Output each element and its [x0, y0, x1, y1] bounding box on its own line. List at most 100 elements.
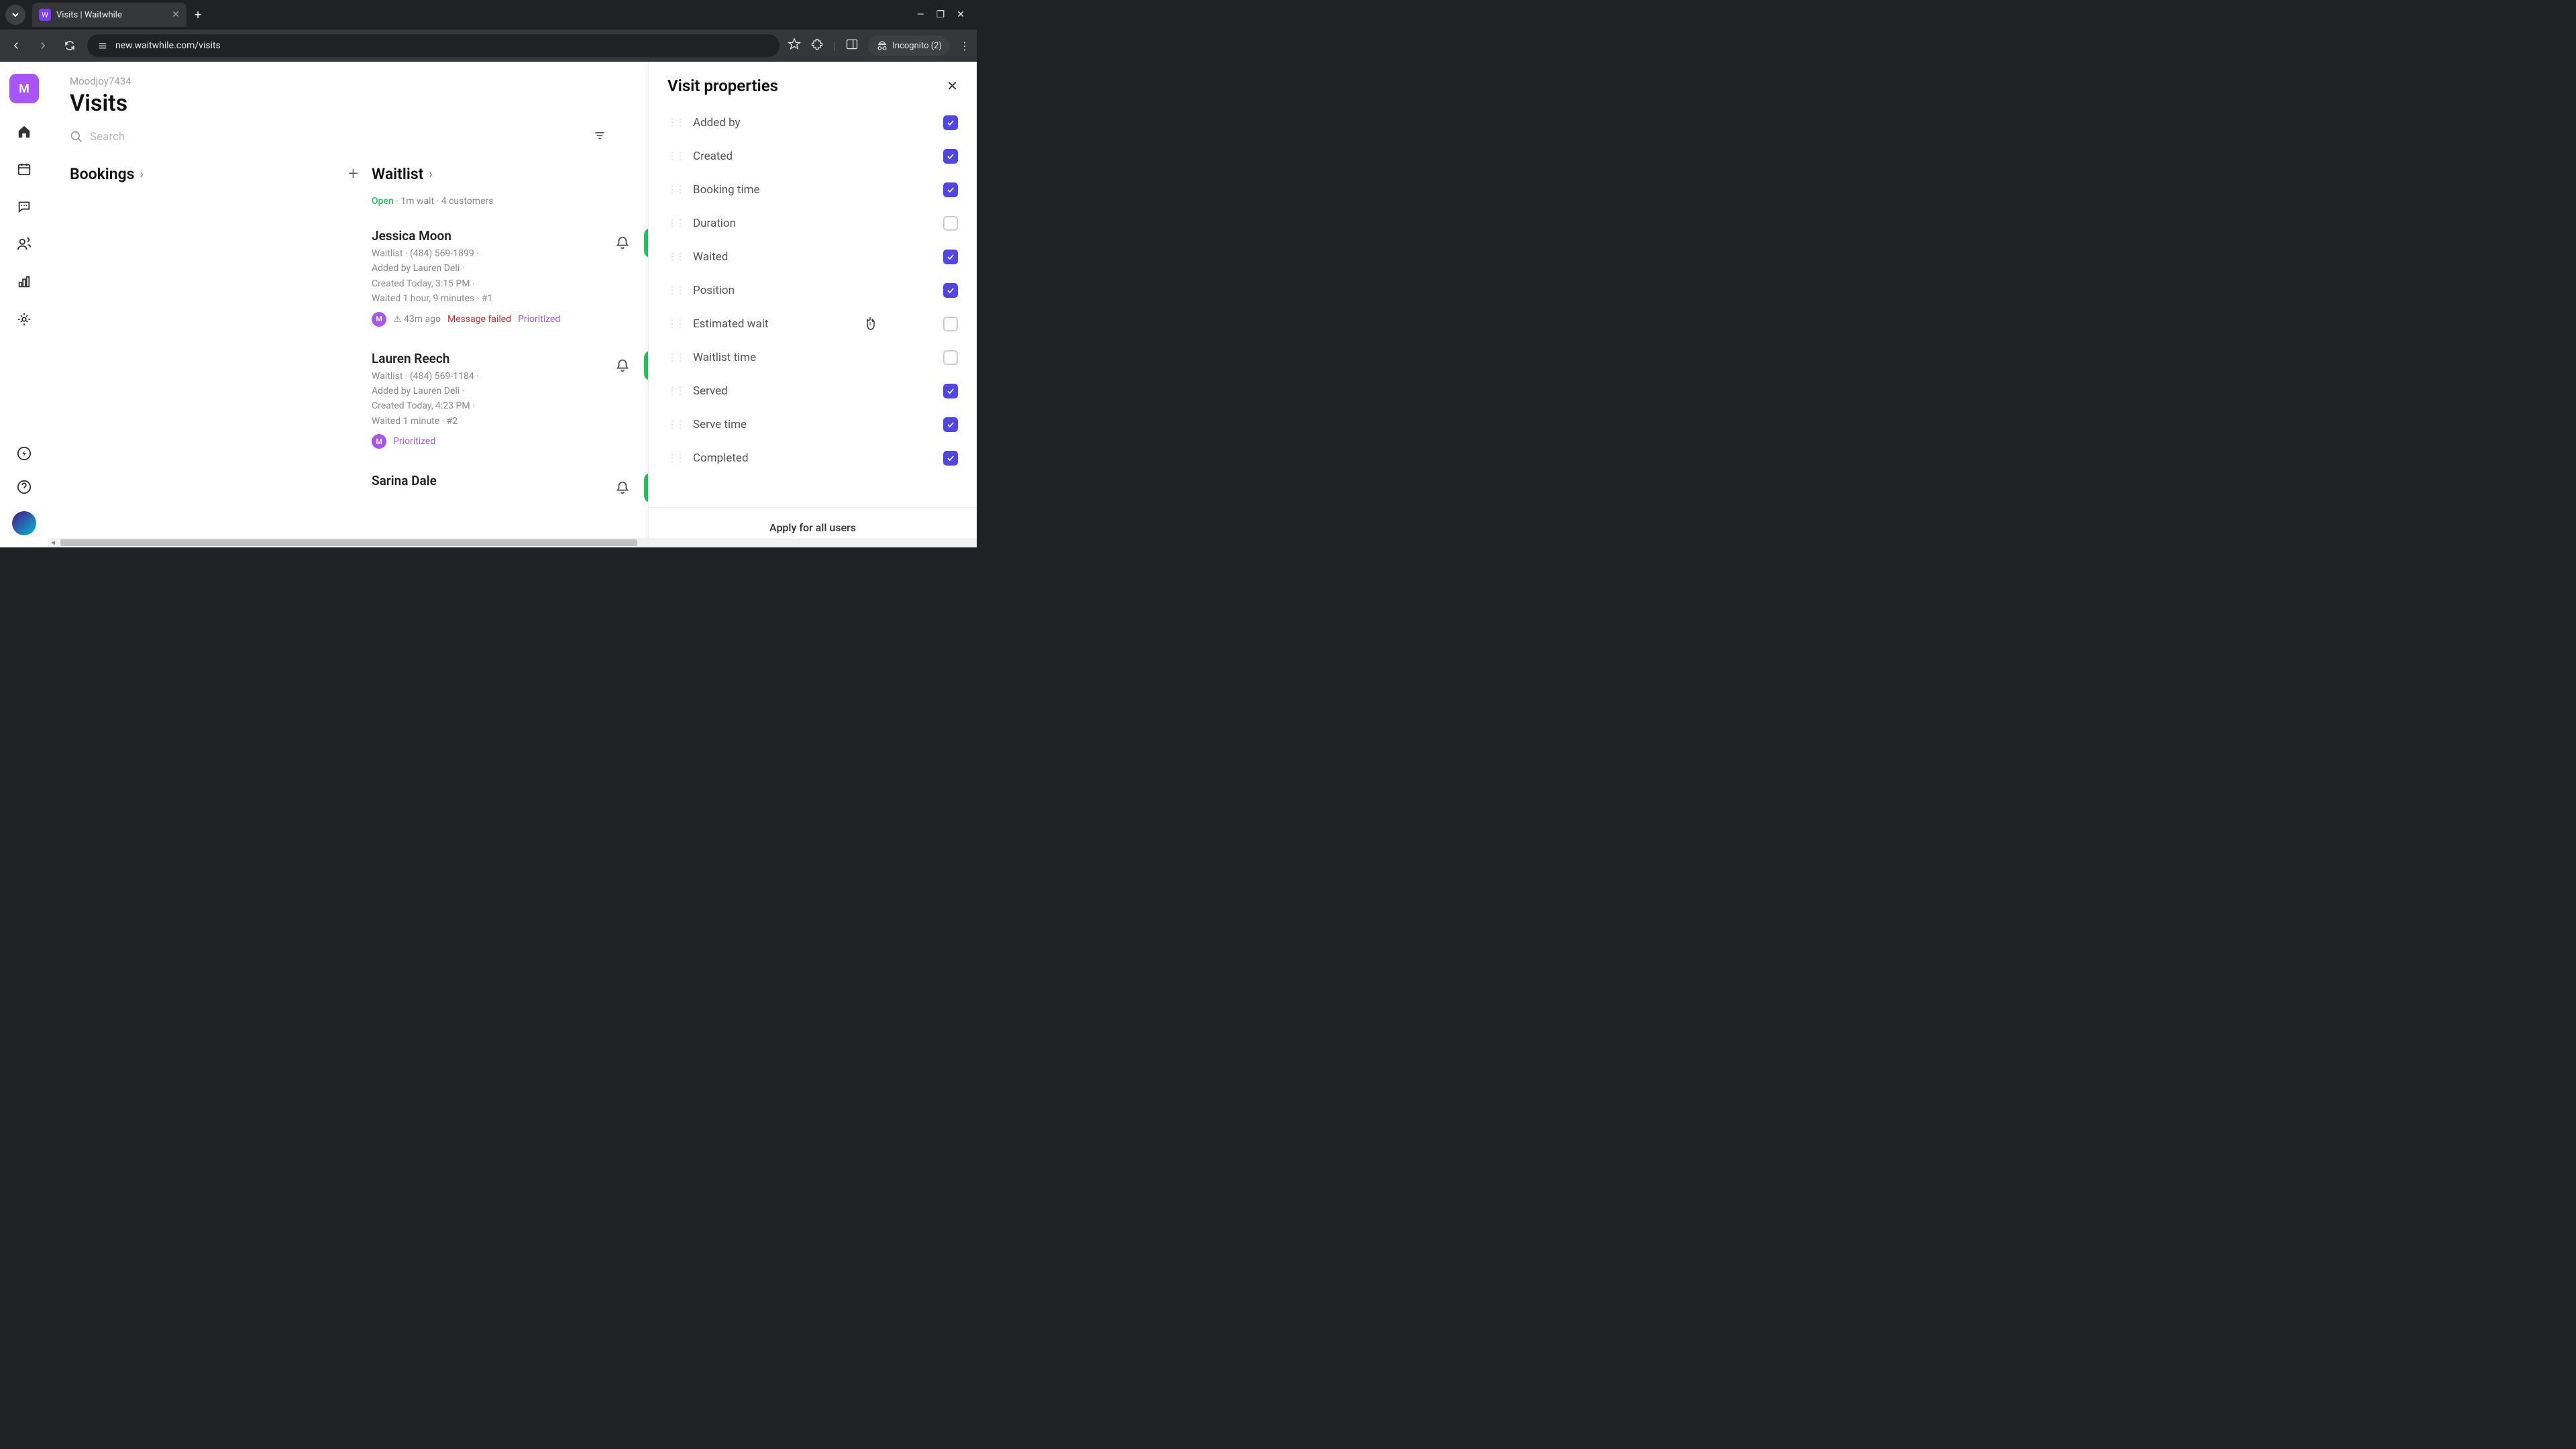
address-bar[interactable]: new.waitwhile.com/visits: [87, 34, 780, 57]
customer-meta: Waited 1 hour, 9 minutes · #1: [372, 291, 610, 306]
property-label: Serve time: [693, 418, 934, 431]
site-settings-icon[interactable]: [97, 40, 109, 52]
forward-button[interactable]: [34, 36, 52, 55]
drag-handle-icon[interactable]: ⋮⋮: [667, 419, 684, 430]
incognito-indicator[interactable]: Incognito (2): [868, 36, 950, 56]
time-ago: ⚠ 43m ago: [393, 314, 441, 325]
property-checkbox[interactable]: [943, 417, 958, 432]
help-icon[interactable]: [15, 478, 34, 496]
lightning-icon[interactable]: [15, 444, 34, 463]
customer-name: Jessica Moon: [372, 228, 610, 244]
home-icon[interactable]: [15, 122, 34, 141]
tab-bar: W Visits | Waitwhile ✕ + ― ❐ ✕: [0, 0, 977, 30]
tab-search-button[interactable]: [5, 5, 25, 25]
analytics-icon[interactable]: [15, 272, 34, 291]
drag-handle-icon[interactable]: ⋮⋮: [667, 117, 684, 128]
customer-meta: Waitlist · (484) 569-1184 ·: [372, 369, 610, 384]
property-checkbox[interactable]: [943, 115, 958, 130]
bookmark-button[interactable]: [788, 38, 801, 54]
new-tab-button[interactable]: +: [186, 8, 209, 22]
favicon-icon: W: [39, 9, 51, 21]
search-input[interactable]: [90, 130, 251, 144]
property-label: Created: [693, 150, 934, 163]
reload-button[interactable]: [60, 36, 79, 55]
nav-bar: new.waitwhile.com/visits | Incognito (2)…: [0, 30, 977, 62]
drag-handle-icon[interactable]: ⋮⋮: [667, 218, 684, 229]
scrollbar-thumb[interactable]: [60, 539, 637, 546]
drag-handle-icon[interactable]: ⋮⋮: [667, 151, 684, 162]
panel-close-button[interactable]: ✕: [947, 78, 958, 94]
sidepanel-button[interactable]: [845, 38, 859, 54]
property-row: ⋮⋮ Duration: [667, 207, 958, 240]
property-row: ⋮⋮ Completed: [667, 441, 958, 475]
property-row: ⋮⋮ Waited: [667, 240, 958, 274]
property-label: Waited: [693, 250, 934, 264]
waitlist-title[interactable]: Waitlist: [372, 165, 423, 183]
tab-close-button[interactable]: ✕: [172, 9, 180, 20]
browser-tab[interactable]: W Visits | Waitwhile ✕: [32, 3, 186, 27]
drag-handle-icon[interactable]: ⋮⋮: [667, 319, 684, 329]
property-label: Duration: [693, 217, 934, 230]
drag-handle-icon[interactable]: ⋮⋮: [667, 252, 684, 262]
property-row: ⋮⋮ Estimated wait: [667, 307, 958, 341]
property-checkbox[interactable]: [943, 350, 958, 365]
search-box[interactable]: [70, 130, 584, 144]
drag-handle-icon[interactable]: ⋮⋮: [667, 386, 684, 396]
apply-all-users-button[interactable]: Apply for all users: [662, 521, 963, 534]
customer-meta: Waitlist · (484) 569-1899 ·: [372, 246, 610, 261]
customer-card[interactable]: Sarina Dale: [372, 464, 674, 517]
settings-icon[interactable]: [15, 310, 34, 329]
maximize-button[interactable]: ❐: [936, 9, 945, 20]
property-row: ⋮⋮ Served: [667, 374, 958, 408]
messages-icon[interactable]: [15, 197, 34, 216]
customer-meta: Created Today, 3:15 PM ·: [372, 276, 610, 291]
workspace-badge[interactable]: M: [9, 74, 39, 103]
property-checkbox[interactable]: [943, 317, 958, 331]
calendar-icon[interactable]: [15, 160, 34, 178]
customer-meta: Added by Lauren Deli ·: [372, 384, 610, 398]
back-button[interactable]: [7, 36, 25, 55]
property-label: Completed: [693, 451, 934, 465]
waitlist-status: Open · 1m wait · 4 customers: [372, 196, 674, 207]
bookings-column: Bookings › +: [70, 164, 372, 517]
drag-handle-icon[interactable]: ⋮⋮: [667, 285, 684, 296]
customer-card[interactable]: Jessica Moon Waitlist · (484) 569-1899 ·…: [372, 219, 674, 341]
property-checkbox[interactable]: [943, 283, 958, 298]
property-label: Served: [693, 384, 934, 398]
notify-button[interactable]: [610, 231, 635, 255]
drag-handle-icon[interactable]: ⋮⋮: [667, 453, 684, 464]
notify-button[interactable]: [610, 354, 635, 378]
property-label: Estimated wait: [693, 317, 934, 331]
property-checkbox[interactable]: [943, 451, 958, 466]
property-checkbox[interactable]: [943, 384, 958, 398]
minimize-button[interactable]: ―: [917, 9, 924, 20]
customer-meta: Added by Lauren Deli ·: [372, 261, 610, 276]
drag-handle-icon[interactable]: ⋮⋮: [667, 352, 684, 363]
customer-card[interactable]: Lauren Reech Waitlist · (484) 569-1184 ·…: [372, 341, 674, 464]
filter-button[interactable]: [593, 129, 606, 145]
property-label: Added by: [693, 116, 934, 129]
chrome-menu-button[interactable]: ⋮: [959, 40, 970, 52]
customers-icon[interactable]: [15, 235, 34, 254]
property-row: ⋮⋮ Position: [667, 274, 958, 307]
property-checkbox[interactable]: [943, 149, 958, 164]
property-row: ⋮⋮ Added by: [667, 106, 958, 140]
extensions-button[interactable]: [810, 38, 824, 54]
horizontal-scrollbar[interactable]: ◄: [48, 538, 977, 547]
property-checkbox[interactable]: [943, 182, 958, 197]
chevron-right-icon: ›: [140, 167, 144, 181]
add-booking-button[interactable]: +: [348, 164, 358, 184]
prioritized-label: Prioritized: [518, 314, 560, 325]
close-window-button[interactable]: ✕: [957, 9, 965, 20]
property-checkbox[interactable]: [943, 250, 958, 264]
property-checkbox[interactable]: [943, 216, 958, 231]
assignee-badge: M: [372, 434, 386, 449]
scroll-left-arrow[interactable]: ◄: [50, 539, 56, 547]
notify-button[interactable]: [610, 476, 635, 500]
panel-title: Visit properties: [667, 76, 778, 95]
bookings-title[interactable]: Bookings: [70, 165, 135, 183]
drag-handle-icon[interactable]: ⋮⋮: [667, 184, 684, 195]
message-failed-label: Message failed: [447, 314, 511, 325]
waitlist-column: Waitlist › + Open · 1m wait · 4 customer…: [372, 164, 674, 517]
user-avatar[interactable]: [12, 511, 36, 535]
